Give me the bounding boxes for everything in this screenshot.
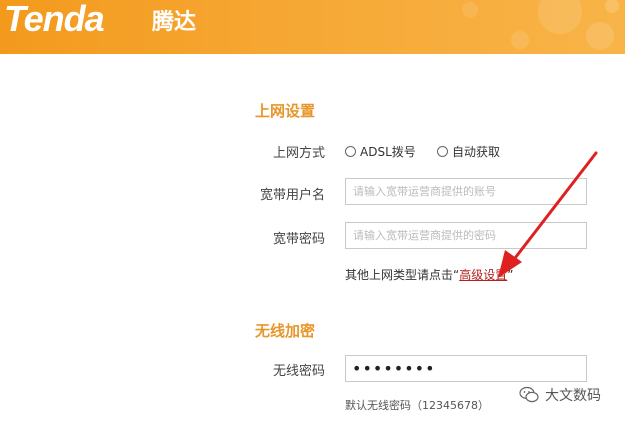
wechat-icon <box>519 386 539 403</box>
watermark-text: 大文数码 <box>545 388 601 404</box>
red-arrow-icon <box>498 151 598 278</box>
watermark: 大文数码 <box>519 385 601 405</box>
